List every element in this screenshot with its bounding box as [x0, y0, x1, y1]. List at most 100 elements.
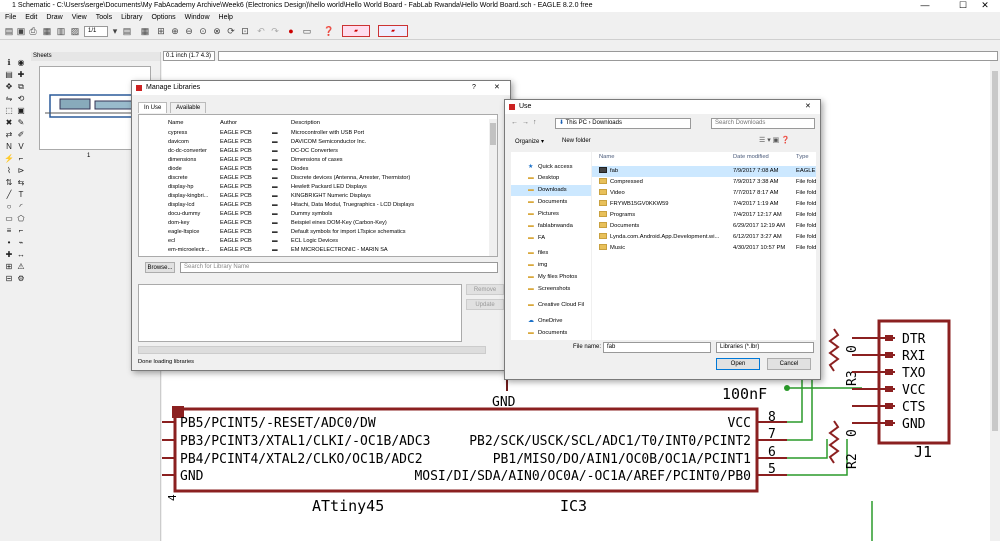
- menu-view[interactable]: View: [72, 12, 87, 23]
- sheet-select[interactable]: 1/1: [84, 26, 108, 37]
- organize-button[interactable]: Organize ▾: [515, 138, 544, 145]
- add-icon[interactable]: ✎: [16, 118, 26, 128]
- column-type[interactable]: Type: [796, 152, 809, 163]
- group-icon[interactable]: ⬚: [4, 106, 14, 116]
- file-row[interactable]: Music 4/30/2017 10:57 PM File folder: [592, 243, 816, 254]
- help-icon[interactable]: ❓: [323, 26, 334, 36]
- search-downloads-input[interactable]: Search Downloads: [711, 118, 815, 129]
- menu-library[interactable]: Library: [121, 12, 142, 23]
- nav-item-quick-access[interactable]: ★ Quick access: [511, 162, 591, 173]
- nav-item-onedrive-documents[interactable]: ▬ Documents: [511, 328, 591, 339]
- name-icon[interactable]: N: [4, 142, 14, 152]
- gateswap-icon[interactable]: ⇅: [4, 178, 14, 188]
- remove-button[interactable]: Remove: [466, 284, 504, 295]
- ulp-icon[interactable]: ⚙: [16, 274, 26, 284]
- stop-icon[interactable]: ●: [286, 26, 296, 36]
- browse-button[interactable]: Browse...: [145, 262, 175, 273]
- file-row[interactable]: Programs 7/4/2017 12:17 AM File folder: [592, 210, 816, 221]
- update-button[interactable]: Update: [466, 299, 504, 310]
- new-folder-button[interactable]: New folder: [562, 138, 591, 144]
- attribute-icon[interactable]: ✚: [4, 250, 14, 260]
- library-row[interactable]: dimensions EAGLE PCB ▬ Dimensions of cases: [139, 156, 479, 165]
- nav-item-pictures[interactable]: ▬ Pictures: [511, 209, 591, 220]
- open-icon[interactable]: ▤: [4, 26, 14, 36]
- file-row[interactable]: fab 7/9/2017 7:08 AM EAGLE libr: [592, 166, 816, 177]
- library-row[interactable]: cypress EAGLE PCB ▬ Microcontroller with US…: [139, 129, 479, 138]
- zoom-select-icon[interactable]: ⊙: [198, 26, 208, 36]
- close-dialog-button[interactable]: ✕: [494, 81, 500, 95]
- display-icon[interactable]: ▤: [4, 70, 14, 80]
- junction-icon[interactable]: •: [4, 238, 14, 248]
- file-row[interactable]: Lynda.com.Android.App.Development.wi... 6…: [592, 232, 816, 243]
- net-icon[interactable]: ⌐: [16, 226, 26, 236]
- rect-icon[interactable]: ▭: [4, 214, 14, 224]
- library-row[interactable]: ecl EAGLE PCB ▬ ECL Logic Devices: [139, 237, 479, 246]
- use-close-button[interactable]: ✕: [805, 100, 811, 114]
- mark-icon[interactable]: ✚: [16, 70, 26, 80]
- column-date-modified[interactable]: Date modified: [733, 152, 769, 163]
- invoke-icon[interactable]: ⊳: [16, 166, 26, 176]
- arc-icon[interactable]: ◜: [16, 202, 26, 212]
- smash-icon[interactable]: ⚡: [4, 154, 14, 164]
- redo-icon[interactable]: ↷: [270, 26, 280, 36]
- edit-icon[interactable]: ✐: [16, 130, 26, 140]
- go-icon[interactable]: ▭: [302, 26, 312, 36]
- menu-edit[interactable]: Edit: [25, 12, 37, 23]
- file-row[interactable]: Documents 6/29/2017 12:19 AM File folder: [592, 221, 816, 232]
- undo-icon[interactable]: ↶: [256, 26, 266, 36]
- paste-icon[interactable]: ▣: [16, 106, 26, 116]
- menu-tools[interactable]: Tools: [96, 12, 112, 23]
- rotate-icon[interactable]: ⟲: [16, 94, 26, 104]
- nav-item-creative-cloud[interactable]: ▬ Creative Cloud Fil: [511, 300, 591, 311]
- nav-item-downloads[interactable]: ▬ Downloads: [511, 185, 591, 196]
- nav-item-files[interactable]: ▬ files: [511, 248, 591, 259]
- pinswap-icon[interactable]: ⇆: [16, 178, 26, 188]
- zoom-in-icon[interactable]: ⊕: [170, 26, 180, 36]
- menu-file[interactable]: File: [5, 12, 16, 23]
- frame-icon[interactable]: ⊟: [4, 274, 14, 284]
- close-window-button[interactable]: ✕: [970, 0, 1000, 11]
- nav-item-my-files-photos[interactable]: ▬ My files Photos: [511, 272, 591, 283]
- miter-icon[interactable]: ⌐: [16, 154, 26, 164]
- spice-icon[interactable]: ▰: [378, 25, 408, 37]
- open-button[interactable]: Open: [716, 358, 760, 370]
- tab-in-use[interactable]: In Use: [138, 102, 168, 113]
- library-row[interactable]: dom-key EAGLE PCB ▬ Beispiel eines DOM-Key …: [139, 219, 479, 228]
- library-list-scrollbar[interactable]: [489, 119, 497, 256]
- nav-item-screenshots[interactable]: ▬ Screenshots: [511, 284, 591, 295]
- sheet-add-icon[interactable]: ▤: [122, 26, 132, 36]
- library-row[interactable]: eagle-ltspice EAGLE PCB ▬ Default symbols f…: [139, 228, 479, 237]
- erc-icon[interactable]: ⊞: [4, 262, 14, 272]
- line-icon[interactable]: ╱: [4, 190, 14, 200]
- vertical-scrollbar[interactable]: [992, 71, 998, 431]
- minimize-button[interactable]: —: [910, 0, 940, 11]
- library-row[interactable]: display-hp EAGLE PCB ▬ Hewlett Packard LED …: [139, 183, 479, 192]
- menu-window[interactable]: Window: [185, 12, 210, 23]
- dimension-icon[interactable]: ↔: [16, 250, 26, 260]
- menu-draw[interactable]: Draw: [46, 12, 62, 23]
- view-options-icon[interactable]: ☰ ▾ ▣ ❓: [759, 136, 790, 144]
- library-row[interactable]: discrete EAGLE PCB ▬ Discrete devices (Ante…: [139, 174, 479, 183]
- menu-help[interactable]: Help: [219, 12, 233, 23]
- file-row[interactable]: Compressed 7/9/2017 3:38 AM File folder: [592, 177, 816, 188]
- column-name[interactable]: Name: [168, 119, 183, 128]
- file-name-input[interactable]: fab: [603, 342, 711, 353]
- value-icon[interactable]: V: [16, 142, 26, 152]
- path-this-pc[interactable]: This PC: [566, 120, 587, 126]
- info-icon[interactable]: ℹ: [4, 58, 14, 68]
- errors-icon[interactable]: ⚠: [16, 262, 26, 272]
- split-icon[interactable]: ⌇: [4, 166, 14, 176]
- redraw-icon[interactable]: ⟳: [226, 26, 236, 36]
- path-downloads[interactable]: Downloads: [592, 120, 622, 126]
- show-icon[interactable]: ◉: [16, 58, 26, 68]
- save-icon[interactable]: ▣: [16, 26, 26, 36]
- column-description[interactable]: Description: [291, 119, 320, 128]
- circle-icon[interactable]: ○: [4, 202, 14, 212]
- zoom-previous-icon[interactable]: ⊗: [212, 26, 222, 36]
- library-row[interactable]: display-kingbri... EAGLE PCB ▬ KINGBRIGHT N…: [139, 192, 479, 201]
- sheet-icon[interactable]: ▨: [70, 26, 80, 36]
- design-link-icon[interactable]: ▰: [342, 25, 370, 37]
- nav-item-fa[interactable]: ▬ FA: [511, 233, 591, 244]
- file-type-select[interactable]: Libraries (*.lbr): [716, 342, 814, 353]
- nav-item-img[interactable]: ▬ img: [511, 260, 591, 271]
